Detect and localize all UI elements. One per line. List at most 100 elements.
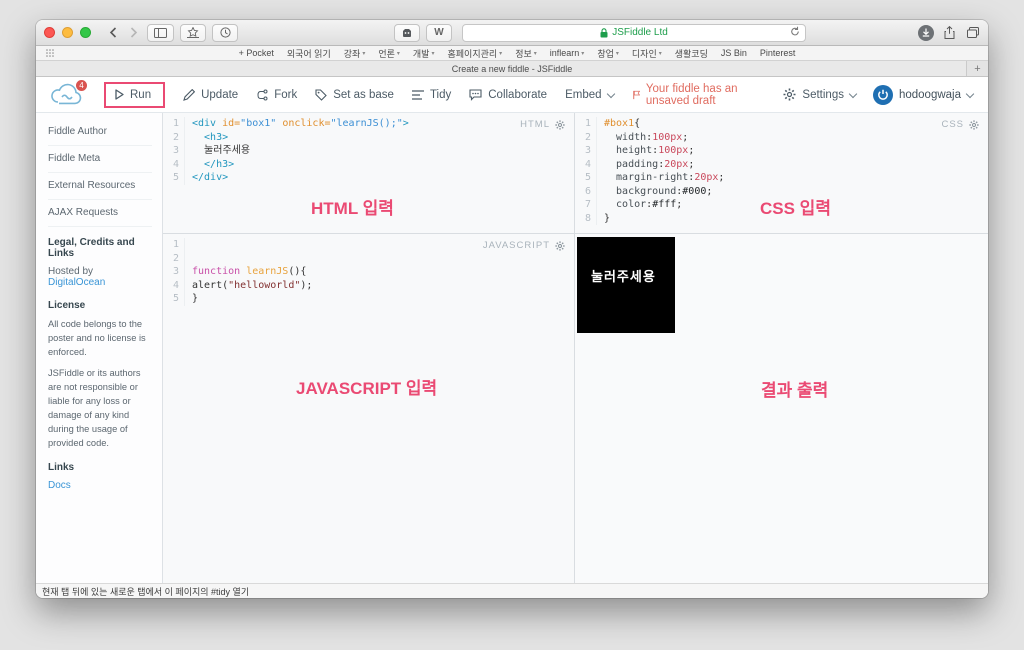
line-numbers: 12345 xyxy=(163,238,185,306)
result-black-box[interactable]: 눌러주세용 xyxy=(577,237,675,333)
forward-button[interactable] xyxy=(126,24,141,41)
html-editor-pane[interactable]: HTML 12345 <div id="box1" onclick="learn… xyxy=(163,113,575,234)
sidebar: Fiddle Author Fiddle Meta External Resou… xyxy=(36,113,163,583)
sidebar-item-fiddle-author[interactable]: Fiddle Author xyxy=(48,119,152,146)
bookmark-item[interactable]: 정보 ▾ xyxy=(515,47,537,60)
css-pane-label: CSS xyxy=(941,119,979,130)
jsfiddle-logo[interactable]: 4 xyxy=(50,78,88,108)
license-heading: License xyxy=(48,300,86,311)
tab-overview-button[interactable] xyxy=(965,24,980,41)
browser-toolbar: W JSFiddle Ltd xyxy=(36,20,988,46)
unsaved-draft-message[interactable]: Your fiddle has an unsaved draft xyxy=(632,83,768,107)
code-lines: #box1{ width:100px; height:100px; paddin… xyxy=(604,118,725,224)
set-as-base-button[interactable]: Set as base xyxy=(315,89,394,101)
download-icon xyxy=(922,28,930,37)
tag-icon xyxy=(315,88,327,101)
main-content: Fiddle Author Fiddle Meta External Resou… xyxy=(36,113,988,583)
run-button[interactable]: Run xyxy=(115,89,151,101)
annotation-html-input: HTML 입력 xyxy=(311,199,394,218)
bookmark-item[interactable]: 개발 ▾ xyxy=(413,47,435,60)
tab-title[interactable]: Create a new fiddle - JSFiddle xyxy=(452,64,573,74)
sidebar-item-external-resources[interactable]: External Resources xyxy=(48,173,152,200)
site-identity: JSFiddle Ltd xyxy=(600,27,668,38)
gear-icon[interactable] xyxy=(969,119,979,130)
top-sites-button[interactable] xyxy=(180,23,206,42)
annotation-css-input: CSS 입력 xyxy=(760,199,831,218)
sidebar-item-fiddle-meta[interactable]: Fiddle Meta xyxy=(48,146,152,173)
bookmark-item[interactable]: 디자인 ▾ xyxy=(632,47,662,60)
chevron-down-icon xyxy=(967,89,974,96)
new-tab-button[interactable]: + xyxy=(966,61,988,76)
embed-button[interactable]: Embed xyxy=(565,89,614,101)
chevron-down-icon: ▾ xyxy=(658,50,662,57)
html-code-editor[interactable]: 12345 <div id="box1" onclick="learnJS();… xyxy=(163,113,574,185)
zoom-window-button[interactable] xyxy=(80,27,91,38)
chevron-down-icon: ▾ xyxy=(396,50,400,57)
share-button[interactable] xyxy=(942,24,957,41)
bookmark-items: + Pocket 외국어 읽기 강좌 ▾ 언론 ▾ 개발 ▾ 홈페이지관리 ▾ 정보 ▾ inflear… xyxy=(239,47,796,60)
bookmark-item[interactable]: Pinterest xyxy=(760,47,796,60)
notification-badge: 4 xyxy=(75,78,88,92)
bookmarks-bar: + Pocket 외국어 읽기 강좌 ▾ 언론 ▾ 개발 ▾ 홈페이지관리 ▾ 정보 ▾ inflear… xyxy=(36,46,988,61)
bookmark-item[interactable]: 홈페이지관리 ▾ xyxy=(447,47,502,60)
power-icon xyxy=(878,89,888,100)
username: hodoogwaja xyxy=(898,88,961,101)
docs-link[interactable]: Docs xyxy=(48,475,152,493)
bookmark-item[interactable]: + Pocket xyxy=(239,47,274,60)
update-button[interactable]: Update xyxy=(183,88,238,101)
bookmark-item[interactable]: inflearn ▾ xyxy=(550,47,585,60)
editor-grid: HTML 12345 <div id="box1" onclick="learn… xyxy=(163,113,988,583)
back-button[interactable] xyxy=(105,24,120,41)
bookmark-item[interactable]: 생활코딩 xyxy=(675,47,708,60)
extension-icon xyxy=(403,28,411,37)
bookmark-item[interactable]: 창업 ▾ xyxy=(597,47,619,60)
gear-icon xyxy=(783,88,796,101)
extension-button[interactable] xyxy=(394,23,420,42)
chevron-down-icon: ▾ xyxy=(615,50,619,57)
back-icon xyxy=(109,27,116,38)
gear-icon[interactable] xyxy=(555,119,565,130)
chevron-down-icon: ▾ xyxy=(533,50,537,57)
legal-heading: Legal, Credits and Links xyxy=(48,237,135,259)
javascript-editor-pane[interactable]: JAVASCRIPT 12345 function learnJS(){aler… xyxy=(163,234,575,583)
bookmark-item[interactable]: 외국어 읽기 xyxy=(287,47,331,60)
downloads-button[interactable] xyxy=(918,24,934,41)
pencil-icon xyxy=(183,88,196,101)
chevron-down-icon xyxy=(850,89,857,96)
collaborate-button[interactable]: Collaborate xyxy=(469,89,547,101)
css-editor-pane[interactable]: CSS 12345678 #box1{ width:100px; height:… xyxy=(575,113,988,234)
minimize-window-button[interactable] xyxy=(62,27,73,38)
wikipedia-extension-button[interactable]: W xyxy=(426,23,452,42)
bookmark-item[interactable]: 언론 ▾ xyxy=(378,47,400,60)
safari-window: W JSFiddle Ltd + Pocket 외국어 읽기 강좌 ▾ 언론 ▾… xyxy=(36,20,988,598)
status-text: 현재 탭 뒤에 있는 새로운 탭에서 이 페이지의 #tidy 열기 xyxy=(42,586,250,597)
links-heading: Links xyxy=(48,462,75,474)
close-window-button[interactable] xyxy=(44,27,55,38)
settings-button[interactable]: Settings xyxy=(783,88,857,101)
line-numbers: 12345678 xyxy=(575,117,597,225)
reload-button[interactable] xyxy=(790,26,800,37)
line-numbers: 12345 xyxy=(163,117,185,185)
address-bar[interactable]: JSFiddle Ltd xyxy=(462,23,806,42)
clock-icon xyxy=(219,27,231,38)
sidebar-item-ajax-requests[interactable]: AJAX Requests xyxy=(48,200,152,227)
fork-button[interactable]: Fork xyxy=(256,89,297,101)
flag-icon xyxy=(632,90,640,99)
digitalocean-link[interactable]: DigitalOcean xyxy=(48,277,105,288)
chevron-down-icon: ▾ xyxy=(581,50,585,57)
bookmarks-grid-icon[interactable] xyxy=(46,49,56,57)
gear-icon[interactable] xyxy=(555,240,565,251)
header-right: Your fiddle has an unsaved draft Setting… xyxy=(632,83,974,107)
html-pane-label: HTML xyxy=(520,119,565,130)
tab-bar: Create a new fiddle - JSFiddle + xyxy=(36,61,988,77)
javascript-pane-label: JAVASCRIPT xyxy=(483,240,565,251)
chevron-down-icon: ▾ xyxy=(431,50,435,57)
history-button[interactable] xyxy=(212,23,238,42)
tidy-button[interactable]: Tidy xyxy=(411,89,451,101)
bookmark-item[interactable]: 강좌 ▾ xyxy=(344,47,366,60)
user-menu[interactable]: hodoogwaja xyxy=(872,84,974,105)
bookmark-item[interactable]: JS Bin xyxy=(721,47,747,60)
sidebar-toggle-button[interactable] xyxy=(147,23,174,42)
tabs-icon xyxy=(966,27,979,38)
chevron-down-icon xyxy=(608,89,615,96)
